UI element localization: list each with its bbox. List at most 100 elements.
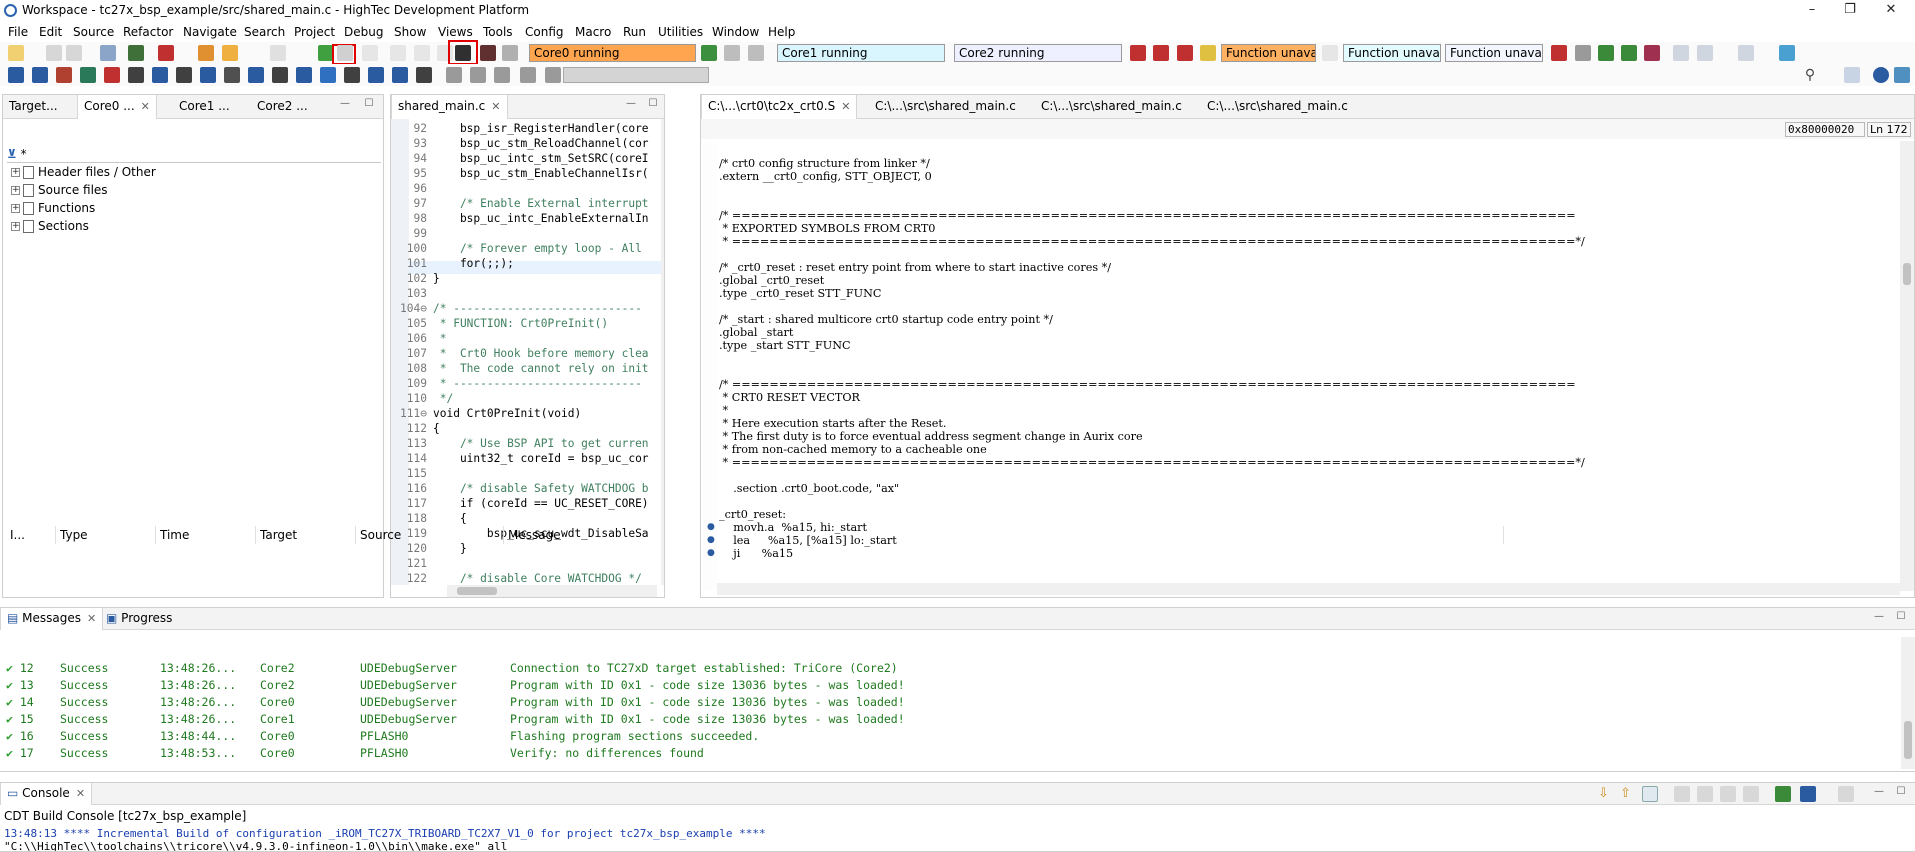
view-icon-3[interactable] xyxy=(56,67,72,83)
expand-icon[interactable]: + xyxy=(11,222,20,231)
break-icon-2[interactable] xyxy=(1153,45,1169,61)
vertical-scrollbar[interactable] xyxy=(1901,637,1915,769)
perspective-icon-1[interactable] xyxy=(1844,67,1860,83)
column-source[interactable]: Source xyxy=(356,526,504,544)
horizontal-scrollbar[interactable] xyxy=(717,583,1900,595)
view-icon-22[interactable] xyxy=(520,67,536,83)
wand-icon[interactable] xyxy=(222,45,238,61)
forward-icon[interactable] xyxy=(1738,45,1754,61)
maximize-icon[interactable]: ☐ xyxy=(1895,787,1907,799)
trace-icon[interactable] xyxy=(1551,45,1567,61)
minimize-icon[interactable]: — xyxy=(625,99,637,111)
table-row[interactable]: ✔ 17 Success 13:48:53... Core0 PFLASH0 Verify… xyxy=(0,745,1900,761)
close-button[interactable]: ✕ xyxy=(1876,2,1906,20)
expand-icon[interactable]: + xyxy=(11,186,20,195)
menu-debug[interactable]: Debug xyxy=(342,25,385,39)
word-wrap-icon[interactable] xyxy=(1720,786,1736,802)
menu-search[interactable]: Search xyxy=(242,25,287,39)
view-icon-4[interactable] xyxy=(80,67,96,83)
view-icon-13[interactable] xyxy=(296,67,312,83)
core-run-icon[interactable] xyxy=(701,45,717,61)
minimize-icon[interactable]: — xyxy=(1873,787,1885,799)
view-icon-17[interactable] xyxy=(392,67,408,83)
build-all-icon[interactable] xyxy=(128,45,144,61)
debug-icon[interactable] xyxy=(158,45,174,61)
view-icon-20[interactable] xyxy=(470,67,486,83)
view-icon-8[interactable] xyxy=(176,67,192,83)
tab-core1[interactable]: Core1 ... xyxy=(173,95,236,119)
save-icon[interactable] xyxy=(46,45,62,61)
menu-show[interactable]: Show xyxy=(392,25,428,39)
tree-source-files[interactable]: + Source files xyxy=(11,183,108,199)
close-icon[interactable]: ✕ xyxy=(87,612,96,625)
core-pause-icon[interactable] xyxy=(724,45,740,61)
perspective-icon-3[interactable] xyxy=(1894,67,1910,83)
tab-console[interactable]: ▭ Console ✕ xyxy=(0,783,93,805)
menu-config[interactable]: Config xyxy=(523,25,566,39)
menu-edit[interactable]: Edit xyxy=(37,25,64,39)
menu-refactor[interactable]: Refactor xyxy=(121,25,175,39)
open-perspective-icon[interactable] xyxy=(1779,45,1795,61)
view-icon-12[interactable] xyxy=(272,67,288,83)
tree-sections[interactable]: + Sections xyxy=(11,219,89,235)
step-into-icon[interactable] xyxy=(362,45,378,61)
new-console-icon[interactable] xyxy=(1775,786,1791,802)
chip-icon[interactable] xyxy=(1598,45,1614,61)
scroll-lock-icon[interactable] xyxy=(1642,786,1658,802)
table-row[interactable]: ✔ 16 Success 13:48:44... Core0 PFLASH0 Flashi… xyxy=(0,728,1900,744)
tab-shared-main-3[interactable]: C:\...\src\shared_main.c xyxy=(1035,95,1188,119)
view-icon-11[interactable] xyxy=(248,67,264,83)
view-icon-15[interactable] xyxy=(344,67,360,83)
tree-functions[interactable]: + Functions xyxy=(11,201,95,217)
menu-views[interactable]: Views xyxy=(436,25,475,39)
tab-shared-main[interactable]: shared_main.c ✕ xyxy=(391,95,508,119)
close-icon[interactable]: ✕ xyxy=(841,100,850,113)
view-icon-14[interactable] xyxy=(320,67,336,83)
menu-run[interactable]: Run xyxy=(621,25,648,39)
column-id[interactable]: I... xyxy=(6,526,56,544)
expand-icon[interactable]: + xyxy=(11,204,20,213)
tab-crt0[interactable]: C:\...\crt0\tc2x_crt0.S ✕ xyxy=(701,95,858,119)
vertical-scrollbar[interactable] xyxy=(1900,141,1914,591)
view-icon-6[interactable] xyxy=(128,67,144,83)
view-icon-9[interactable] xyxy=(200,67,216,83)
table-row[interactable]: ✔ 14 Success 13:48:26... Core0 UDEDebugServe… xyxy=(0,694,1900,710)
view-icon-2[interactable] xyxy=(32,67,48,83)
search-icon[interactable]: ⚲ xyxy=(1802,67,1818,83)
menu-utilities[interactable]: Utilities xyxy=(656,25,705,39)
arrow-down-icon[interactable]: ⇩ xyxy=(1598,786,1614,802)
record-icon[interactable] xyxy=(480,45,496,61)
tab-shared-main-2[interactable]: C:\...\src\shared_main.c xyxy=(869,95,1022,119)
address-field[interactable]: 0x80000020 xyxy=(1785,122,1865,137)
view-icon-23[interactable] xyxy=(545,67,561,83)
vertical-scrollbar[interactable] xyxy=(661,119,664,585)
view-icon-16[interactable] xyxy=(368,67,384,83)
restore-button[interactable]: ❐ xyxy=(1835,2,1865,20)
view-icon-19[interactable] xyxy=(446,67,462,83)
view-icon-7[interactable] xyxy=(152,67,168,83)
horizontal-scrollbar[interactable] xyxy=(447,585,657,597)
column-message[interactable]: Message xyxy=(504,526,1504,544)
tree-header-files[interactable]: + Header files / Other xyxy=(11,165,156,181)
tab-core0[interactable]: Core0 ... ✕ xyxy=(77,95,157,119)
new-icon[interactable] xyxy=(8,45,24,61)
maximize-icon[interactable]: ☐ xyxy=(1895,612,1907,624)
build-icon[interactable] xyxy=(100,45,116,61)
menu-macro[interactable]: Macro xyxy=(573,25,613,39)
register-icon[interactable] xyxy=(1644,45,1660,61)
tab-core2[interactable]: Core2 ... xyxy=(251,95,314,119)
progress-combo[interactable] xyxy=(563,67,709,83)
break-icon-3[interactable] xyxy=(1177,45,1193,61)
menu-navigate[interactable]: Navigate xyxy=(181,25,239,39)
close-icon[interactable]: ✕ xyxy=(141,100,150,113)
column-time[interactable]: Time xyxy=(156,526,256,544)
minimize-icon[interactable]: — xyxy=(1873,612,1885,624)
pin-icon[interactable] xyxy=(1575,45,1591,61)
function-icon[interactable] xyxy=(1322,45,1338,61)
core-stop-icon[interactable] xyxy=(748,45,764,61)
view-icon-18[interactable] xyxy=(416,67,432,83)
save-all-icon[interactable] xyxy=(66,45,82,61)
table-row[interactable]: ✔ 12 Success 13:48:26... Core2 UDEDebugServe… xyxy=(0,660,1900,676)
break-icon-1[interactable] xyxy=(1130,45,1146,61)
expand-icon[interactable]: + xyxy=(11,168,20,177)
